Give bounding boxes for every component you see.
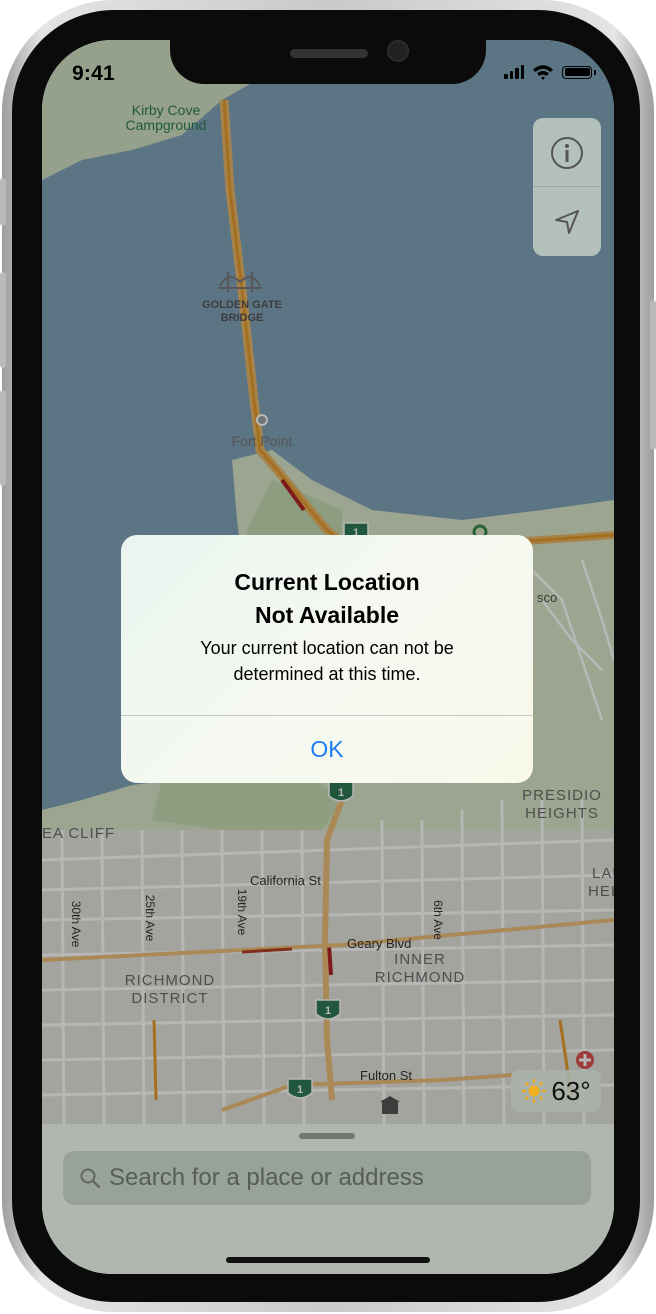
alert-title-line-1: Current Location <box>234 569 420 595</box>
search-sheet: Search for a place or address <box>42 1124 614 1274</box>
power-button <box>650 300 656 450</box>
status-time: 9:41 <box>72 62 115 85</box>
volume-up-button <box>0 272 6 368</box>
mute-switch <box>0 178 6 226</box>
search-input[interactable]: Search for a place or address <box>63 1151 591 1205</box>
home-indicator[interactable] <box>226 1257 430 1263</box>
wifi-icon <box>533 65 553 80</box>
search-placeholder: Search for a place or address <box>109 1164 424 1191</box>
weather-badge: 63° <box>511 1070 601 1112</box>
battery-icon <box>562 65 596 79</box>
ok-button[interactable]: OK <box>121 716 533 783</box>
info-icon <box>551 136 583 169</box>
alert-message-line-2: determined at this time. <box>233 664 421 684</box>
notch <box>170 40 486 84</box>
alert-message: Your current location can not be determi… <box>161 635 493 687</box>
search-icon <box>79 1167 101 1189</box>
map-controls <box>533 118 601 256</box>
status-icons <box>504 64 596 80</box>
alert-message-line-1: Your current location can not be <box>200 638 454 658</box>
speaker-grille <box>290 49 368 58</box>
location-alert-dialog: Current Location Not Available Your curr… <box>121 535 533 783</box>
alert-title: Current Location Not Available <box>121 566 533 632</box>
current-location-button[interactable] <box>533 187 601 256</box>
alert-title-line-2: Not Available <box>255 602 399 628</box>
info-button[interactable] <box>533 118 601 187</box>
volume-down-button <box>0 390 6 486</box>
cellular-signal-icon <box>504 65 524 79</box>
weather-temperature: 63° <box>551 1075 591 1106</box>
location-arrow-icon <box>555 209 579 234</box>
sheet-grabber[interactable] <box>299 1133 355 1139</box>
sun-icon <box>522 1079 547 1103</box>
front-camera <box>387 40 409 62</box>
